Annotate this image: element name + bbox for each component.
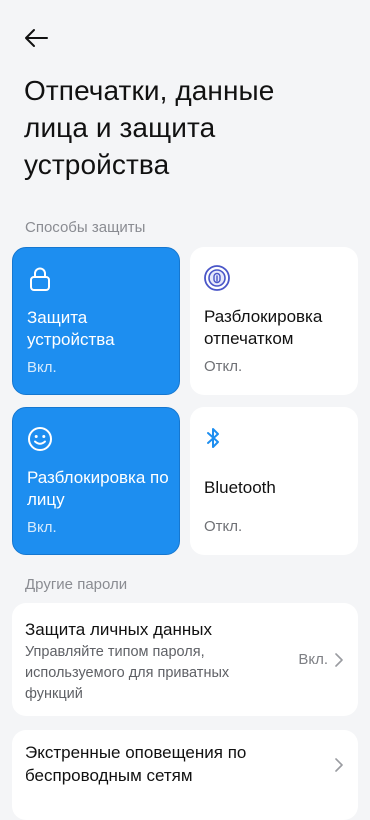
tile-status: Откл. bbox=[204, 518, 243, 535]
tile-face-unlock[interactable]: Разблокировка по лицу Вкл. bbox=[12, 407, 180, 555]
bluetooth-icon bbox=[200, 425, 226, 451]
section-label-protection-methods: Способы защиты bbox=[25, 219, 146, 236]
chevron-right-icon bbox=[334, 653, 344, 667]
list-item-wireless-emergency-alerts[interactable]: Экстренные оповещения по беспроводным се… bbox=[12, 730, 358, 820]
lock-icon bbox=[27, 266, 53, 292]
tile-label: Разблокировка по лицу bbox=[27, 468, 169, 509]
back-button[interactable] bbox=[18, 26, 54, 54]
list-item-title: Экстренные оповещения по беспроводным се… bbox=[25, 743, 247, 785]
tile-status: Вкл. bbox=[27, 359, 57, 376]
tile-fingerprint-unlock[interactable]: Разблокировка отпечатком Откл. bbox=[190, 247, 358, 395]
tile-label: Разблокировка отпечатком bbox=[204, 307, 323, 348]
section-label-other-passwords: Другие пароли bbox=[25, 576, 128, 593]
list-item-privacy-protection[interactable]: Защита личных данных Управляйте типом па… bbox=[12, 603, 358, 716]
tile-device-protection[interactable]: Защита устройства Вкл. bbox=[12, 247, 180, 395]
tile-label: Bluetooth bbox=[204, 478, 276, 497]
page-title: Отпечатки, данные лица и защита устройст… bbox=[24, 75, 275, 180]
tile-status: Вкл. bbox=[27, 519, 57, 536]
list-item-value: Вкл. bbox=[298, 651, 328, 668]
chevron-right-icon bbox=[334, 758, 344, 772]
fingerprint-icon bbox=[204, 265, 230, 291]
list-item-title: Защита личных данных bbox=[25, 620, 212, 639]
tile-status: Откл. bbox=[204, 358, 243, 375]
tile-bluetooth[interactable]: Bluetooth Откл. bbox=[190, 407, 358, 555]
tile-label: Защита устройства bbox=[27, 308, 115, 349]
list-item-description: Управляйте типом пароля, используемого д… bbox=[25, 644, 230, 702]
arrow-left-icon bbox=[23, 28, 49, 53]
smiley-face-icon bbox=[27, 426, 53, 452]
